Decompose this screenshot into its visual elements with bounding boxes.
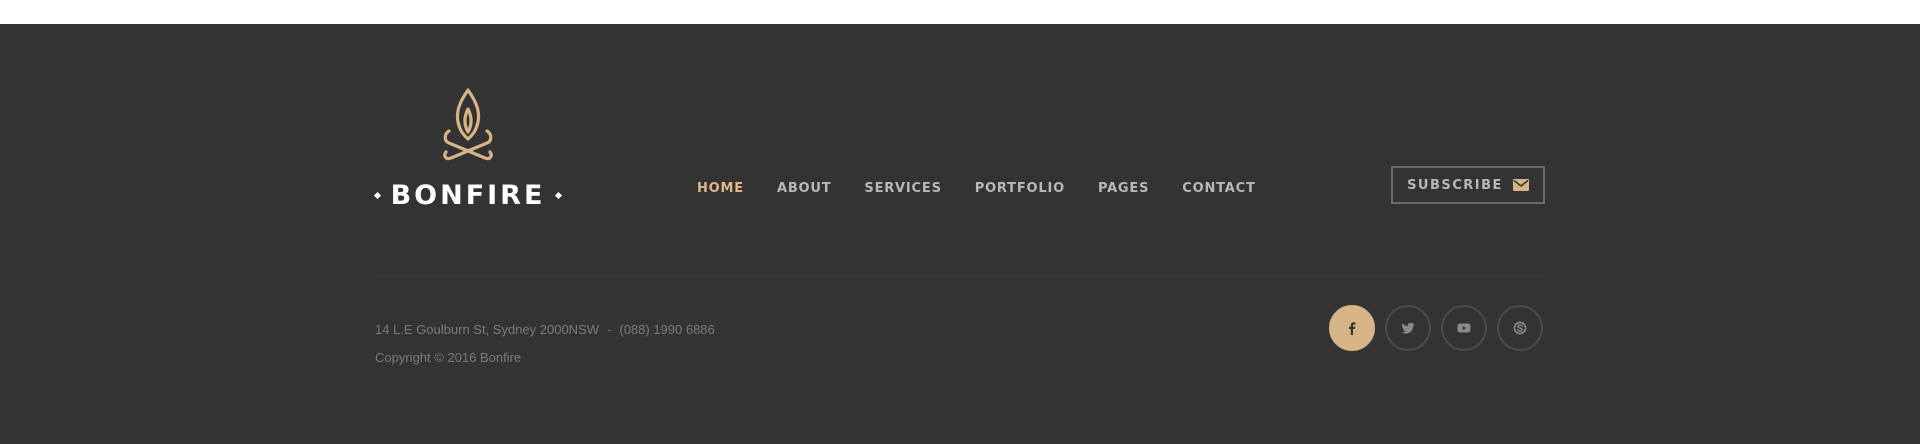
footer-divider (375, 276, 1545, 277)
copyright-text: Copyright © 2016 Bonfire (375, 350, 522, 365)
envelope-icon (1512, 179, 1529, 191)
social-links (1329, 305, 1543, 351)
logo-dot-left (373, 191, 382, 199)
nav-item-pages[interactable]: PAGES (1098, 181, 1149, 196)
nav-item-portfolio[interactable]: PORTFOLIO (975, 181, 1065, 196)
skype-icon (1513, 321, 1527, 335)
contact-info: 14 L.E Goulburn St, Sydney 2000NSW - (088)… (375, 322, 715, 337)
youtube-icon (1457, 323, 1471, 333)
nav-item-services[interactable]: SERVICES (864, 181, 941, 196)
phone-text: (088) 1990 6886 (619, 322, 715, 337)
nav-item-contact[interactable]: CONTACT (1182, 181, 1255, 196)
facebook-icon (1349, 322, 1356, 335)
logo-link[interactable]: BONFIRE (373, 87, 563, 211)
social-facebook-link[interactable] (1329, 305, 1375, 351)
logo-wordmark: BONFIRE (373, 177, 563, 213)
social-skype-link[interactable] (1497, 305, 1543, 351)
twitter-icon (1401, 322, 1415, 334)
top-strip (0, 0, 1920, 24)
contact-separator: - (607, 322, 612, 337)
social-youtube-link[interactable] (1441, 305, 1487, 351)
site-footer: BONFIRE HOME ABOUT SERVICES PORTFOLIO PA… (0, 24, 1920, 444)
footer-container: BONFIRE HOME ABOUT SERVICES PORTFOLIO PA… (373, 24, 1545, 444)
subscribe-button[interactable]: SUBSCRIBE (1391, 166, 1545, 204)
bonfire-flame-icon (443, 88, 493, 161)
nav-item-about[interactable]: ABOUT (777, 181, 831, 196)
nav-item-home[interactable]: HOME (697, 181, 744, 196)
logo-dot-right (554, 191, 563, 199)
brand-name: BONFIRE (390, 179, 546, 211)
footer-nav: HOME ABOUT SERVICES PORTFOLIO PAGES CONT… (697, 176, 1289, 200)
subscribe-label: SUBSCRIBE (1407, 177, 1503, 193)
address-text: 14 L.E Goulburn St, Sydney 2000NSW (375, 322, 600, 337)
social-twitter-link[interactable] (1385, 305, 1431, 351)
